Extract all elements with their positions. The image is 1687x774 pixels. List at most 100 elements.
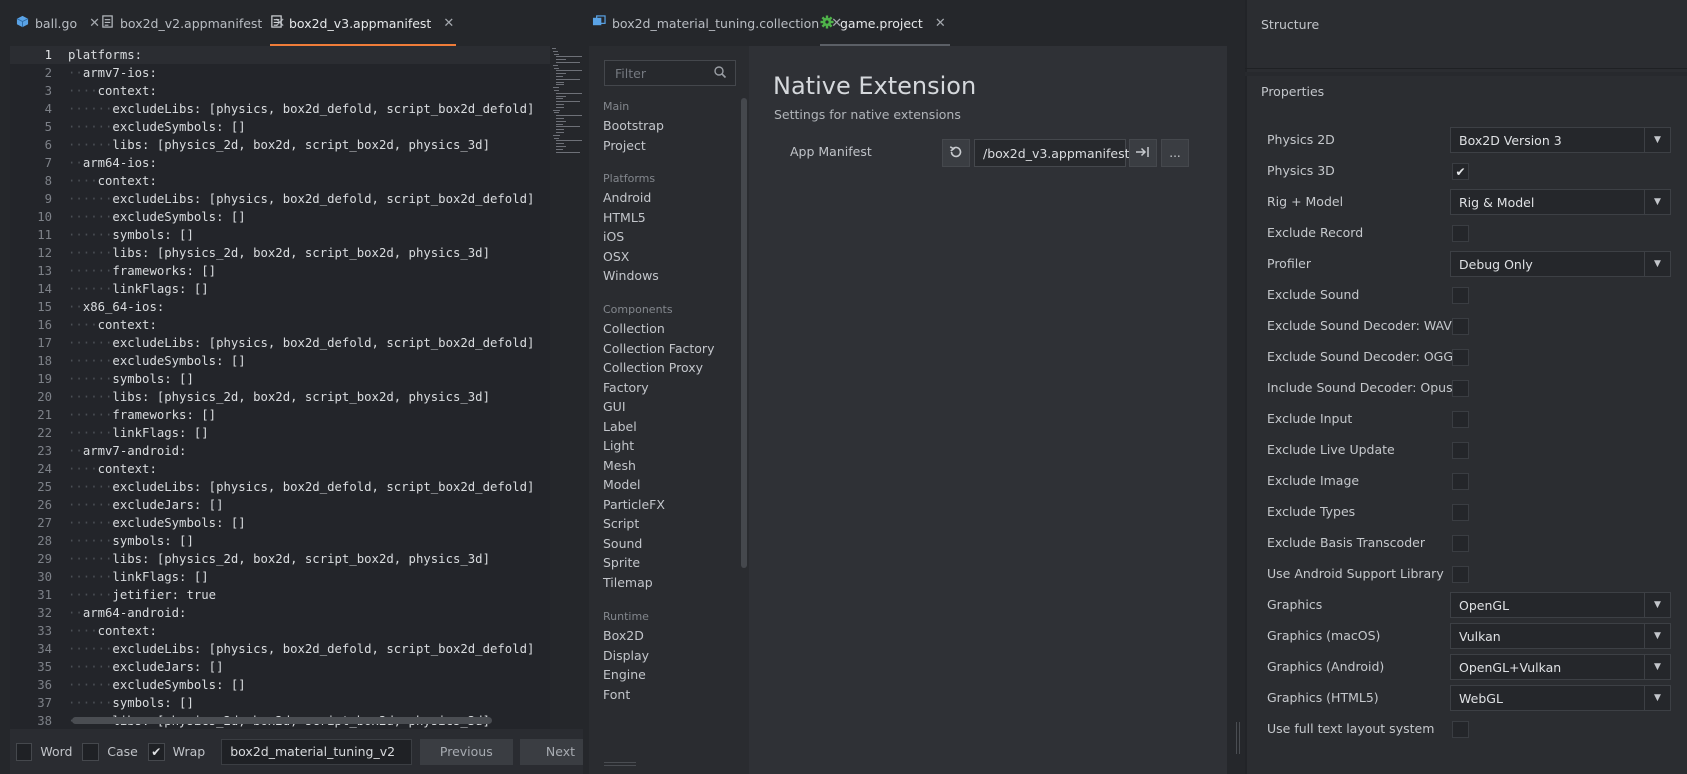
- use-full-text-layout-system-checkbox[interactable]: [1452, 721, 1469, 738]
- exclude-sound-decoder-wav-checkbox[interactable]: [1452, 318, 1469, 335]
- category-item-bootstrap[interactable]: Bootstrap: [603, 118, 664, 133]
- code-line[interactable]: 5 ······excludeSymbols: []: [10, 118, 550, 136]
- code-line[interactable]: 11 ······symbols: []: [10, 226, 550, 244]
- tab-box2d-v2-appmanifest[interactable]: box2d_v2.appmanifest ✕: [101, 0, 285, 46]
- chevron-down-icon[interactable]: ▼: [1644, 624, 1670, 648]
- category-item-osx[interactable]: OSX: [603, 249, 629, 264]
- use-android-support-library-checkbox[interactable]: [1452, 566, 1469, 583]
- code-line[interactable]: 4 ······excludeLibs: [physics, box2d_defo…: [10, 100, 550, 118]
- category-item-gui[interactable]: GUI: [603, 399, 626, 414]
- wrap-checkbox[interactable]: ✔: [147, 742, 165, 761]
- close-icon[interactable]: ✕: [935, 16, 946, 31]
- code-line[interactable]: 23 ··armv7-android:: [10, 442, 550, 460]
- category-item-script[interactable]: Script: [603, 516, 639, 531]
- code-line[interactable]: 22 ······linkFlags: []: [10, 424, 550, 442]
- graphics-macos-select[interactable]: Vulkan ▼: [1450, 623, 1671, 649]
- profiler-select[interactable]: Debug Only ▼: [1450, 251, 1671, 277]
- code-line[interactable]: 26 ······excludeJars: []: [10, 496, 550, 514]
- chevron-down-icon[interactable]: ▼: [1644, 128, 1670, 152]
- code-line[interactable]: 25 ······excludeLibs: [physics, box2d_def…: [10, 478, 550, 496]
- category-item-factory[interactable]: Factory: [603, 380, 649, 395]
- code-line[interactable]: 16 ····context:: [10, 316, 550, 334]
- reset-button[interactable]: [942, 139, 970, 167]
- resize-grip[interactable]: [1236, 722, 1240, 754]
- code-line[interactable]: 20 ······libs: [physics_2d, box2d, script…: [10, 388, 550, 406]
- category-item-font[interactable]: Font: [603, 687, 630, 702]
- graphics-html5-select[interactable]: WebGL ▼: [1450, 685, 1671, 711]
- code-line[interactable]: 13 ······frameworks: []: [10, 262, 550, 280]
- category-item-android[interactable]: Android: [603, 190, 651, 205]
- code-line[interactable]: 21 ······frameworks: []: [10, 406, 550, 424]
- category-item-collection-factory[interactable]: Collection Factory: [603, 341, 714, 356]
- graphics-select[interactable]: OpenGL ▼: [1450, 592, 1671, 618]
- chevron-down-icon[interactable]: ▼: [1644, 655, 1670, 679]
- code-line[interactable]: 33 ····context:: [10, 622, 550, 640]
- category-item-sprite[interactable]: Sprite: [603, 555, 640, 570]
- chevron-down-icon[interactable]: ▼: [1644, 686, 1670, 710]
- physics-3d-checkbox[interactable]: ✔: [1452, 163, 1469, 180]
- exclude-basis-transcoder-checkbox[interactable]: [1452, 535, 1469, 552]
- code-line[interactable]: 31 ······jetifier: true: [10, 586, 550, 604]
- code-line[interactable]: 27 ······excludeSymbols: []: [10, 514, 550, 532]
- code-line[interactable]: 1 platforms:: [10, 46, 550, 64]
- code-editor[interactable]: 1 platforms: 2 ··armv7-ios: 3 ····context: 4 ··…: [10, 46, 550, 729]
- exclude-sound-decoder-ogg-checkbox[interactable]: [1452, 349, 1469, 366]
- category-item-html5[interactable]: HTML5: [603, 210, 646, 225]
- exclude-live-update-checkbox[interactable]: [1452, 442, 1469, 459]
- goto-file-button[interactable]: [1129, 139, 1157, 167]
- include-sound-decoder-opus-checkbox[interactable]: [1452, 380, 1469, 397]
- find-input[interactable]: box2d_material_tuning_v2: [221, 738, 413, 765]
- exclude-input-checkbox[interactable]: [1452, 411, 1469, 428]
- code-line[interactable]: 18 ······excludeSymbols: []: [10, 352, 550, 370]
- code-line[interactable]: 6 ······libs: [physics_2d, box2d, script_…: [10, 136, 550, 154]
- tab-box2d-material-tuning-collection[interactable]: box2d_material_tuning.collection ✕: [592, 0, 842, 46]
- code-line[interactable]: 24 ····context:: [10, 460, 550, 478]
- category-item-sound[interactable]: Sound: [603, 536, 642, 551]
- category-item-collection[interactable]: Collection: [603, 321, 665, 336]
- code-line[interactable]: 32 ··arm64-android:: [10, 604, 550, 622]
- tab-game-project[interactable]: game.project ✕: [820, 0, 950, 46]
- category-item-collection-proxy[interactable]: Collection Proxy: [603, 360, 703, 375]
- code-line[interactable]: 10 ······excludeSymbols: []: [10, 208, 550, 226]
- tab-box2d-v3-appmanifest[interactable]: box2d_v3.appmanifest ✕: [270, 0, 457, 46]
- next-button[interactable]: Next: [519, 738, 584, 765]
- category-item-model[interactable]: Model: [603, 477, 641, 492]
- code-line[interactable]: 7 ··arm64-ios:: [10, 154, 550, 172]
- code-line[interactable]: 34 ······excludeLibs: [physics, box2d_def…: [10, 640, 550, 658]
- horizontal-scrollbar[interactable]: [72, 717, 492, 724]
- category-item-ios[interactable]: iOS: [603, 229, 624, 244]
- rig-model-select[interactable]: Rig & Model ▼: [1450, 189, 1671, 215]
- category-item-display[interactable]: Display: [603, 648, 649, 663]
- close-icon[interactable]: ✕: [89, 16, 100, 31]
- code-line[interactable]: 37 ······symbols: []: [10, 694, 550, 712]
- code-line[interactable]: 30 ······linkFlags: []: [10, 568, 550, 586]
- exclude-sound-checkbox[interactable]: [1452, 287, 1469, 304]
- category-scrollbar[interactable]: [741, 98, 747, 568]
- category-item-particlefx[interactable]: ParticleFX: [603, 497, 665, 512]
- resize-grip[interactable]: [604, 762, 636, 766]
- code-line[interactable]: 36 ······excludeSymbols: []: [10, 676, 550, 694]
- browse-button[interactable]: ...: [1161, 139, 1189, 167]
- code-line[interactable]: 9 ······excludeLibs: [physics, box2d_defo…: [10, 190, 550, 208]
- category-item-engine[interactable]: Engine: [603, 667, 646, 682]
- category-item-label[interactable]: Label: [603, 419, 637, 434]
- exclude-image-checkbox[interactable]: [1452, 473, 1469, 490]
- code-line[interactable]: 35 ······excludeJars: []: [10, 658, 550, 676]
- exclude-record-checkbox[interactable]: [1452, 225, 1469, 242]
- code-line[interactable]: 17 ······excludeLibs: [physics, box2d_def…: [10, 334, 550, 352]
- code-line[interactable]: 19 ······symbols: []: [10, 370, 550, 388]
- chevron-down-icon[interactable]: ▼: [1644, 252, 1670, 276]
- physics-2d-select[interactable]: Box2D Version 3 ▼: [1450, 127, 1671, 153]
- exclude-types-checkbox[interactable]: [1452, 504, 1469, 521]
- category-item-light[interactable]: Light: [603, 438, 634, 453]
- code-line[interactable]: 29 ······libs: [physics_2d, box2d, script…: [10, 550, 550, 568]
- minimap[interactable]: [552, 48, 582, 158]
- category-item-project[interactable]: Project: [603, 138, 646, 153]
- case-checkbox[interactable]: [82, 742, 100, 761]
- code-line[interactable]: 2 ··armv7-ios:: [10, 64, 550, 82]
- chevron-down-icon[interactable]: ▼: [1644, 593, 1670, 617]
- graphics-android-select[interactable]: OpenGL+Vulkan ▼: [1450, 654, 1671, 680]
- code-line[interactable]: 28 ······symbols: []: [10, 532, 550, 550]
- previous-button[interactable]: Previous: [420, 738, 513, 765]
- category-item-mesh[interactable]: Mesh: [603, 458, 636, 473]
